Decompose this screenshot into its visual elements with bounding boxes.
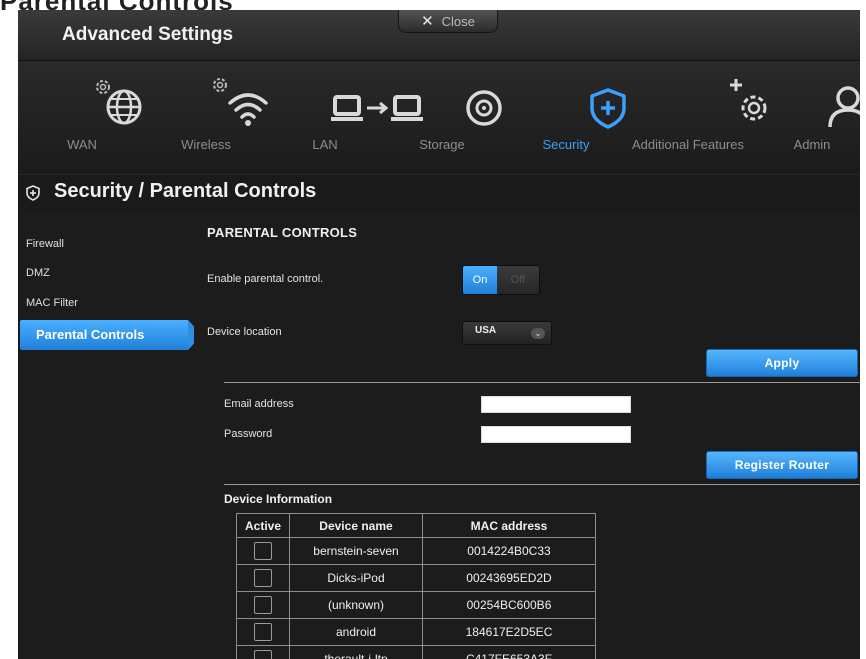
mac-address-cell: 184617E2D5EC [422,618,596,646]
main-content: PARENTAL CONTROLS Enable parental contro… [194,211,860,659]
toggle-off: Off [497,266,539,294]
close-icon: ✕ [421,13,434,30]
email-label: Email address [224,398,294,410]
user-icon [828,86,860,128]
nav-item-admin[interactable]: Admin [776,61,860,173]
table-header-row: Active Device name MAC address [236,513,596,538]
nav-item-security[interactable]: Security [524,61,626,173]
sidebar-item-parental-controls[interactable]: Parental Controls [20,320,202,350]
table-row: bernstein-seven 0014224B0C33 [236,537,596,565]
column-header-device-name: Device name [289,513,423,538]
device-table: Active Device name MAC address bernstein… [236,513,596,659]
device-name-cell: therault-j-ltp [289,645,423,659]
nav-label: Admin [793,137,831,152]
app-title: Advanced Settings [62,24,234,45]
close-button[interactable]: ✕ Close [398,10,498,33]
active-checkbox[interactable] [254,569,272,587]
toggle-on: On [463,266,497,294]
device-information-heading: Device Information [224,492,333,506]
nav-label: Additional Features [631,137,744,152]
page-title: Security / Parental Controls [54,180,317,202]
router-settings-app: Advanced Settings ✕ Close WAN Wireless L… [18,10,860,659]
nav-item-lan[interactable]: LAN [270,61,423,173]
password-label: Password [224,428,273,440]
parental-control-toggle[interactable]: On Off [462,265,540,295]
nav-label: Wireless [181,137,231,152]
nav-label: Security [542,137,590,152]
device-name-cell: bernstein-seven [289,537,423,565]
nav-label: WAN [67,137,97,152]
table-row: (unknown) 00254BC600B6 [236,591,596,619]
password-field[interactable] [481,426,631,443]
device-location-label: Device location [207,326,282,338]
nav-item-wireless[interactable]: Wireless [164,61,268,173]
mac-address-cell: C417FE653A3F [422,645,596,659]
column-header-mac-address: MAC address [422,513,596,538]
active-checkbox[interactable] [254,596,272,614]
nav-item-additional-features[interactable]: Additional Features [624,61,767,173]
sidebar-item-dmz[interactable]: DMZ [18,267,194,279]
main-nav: WAN Wireless LAN Storage Security Additi… [18,61,860,173]
nav-item-wan[interactable]: WAN [40,61,142,173]
parental-controls-heading: PARENTAL CONTROLS [207,225,358,240]
storage-icon [466,90,502,126]
column-header-active: Active [236,513,290,538]
globe-icon [96,80,142,125]
nav-label: Storage [419,137,465,152]
table-row: android 184617E2D5EC [236,618,596,646]
email-field[interactable] [481,396,631,413]
shield-plus-icon [26,185,40,201]
mac-address-cell: 0014224B0C33 [422,537,596,565]
active-checkbox[interactable] [254,623,272,641]
mac-address-cell: 00254BC600B6 [422,591,596,619]
chevron-down-icon: ⌄ [531,328,545,339]
nav-item-storage[interactable]: Storage [400,61,502,173]
enable-parental-label: Enable parental control. [207,273,324,285]
table-row: Dicks-iPod 00243695ED2D [236,564,596,592]
sidebar: Firewall DMZ MAC Filter Parental Control… [18,211,202,659]
sidebar-item-mac-filter[interactable]: MAC Filter [18,297,194,309]
section-header: Security / Parental Controls [18,174,860,211]
right-frame [860,10,866,659]
device-location-value: USA [475,325,497,336]
page-banner: Parental Controls [0,0,866,10]
sidebar-item-firewall[interactable]: Firewall [18,238,194,250]
table-row: therault-j-ltp C417FE653A3F [236,645,596,659]
active-checkbox[interactable] [254,542,272,560]
active-checkbox[interactable] [254,650,272,659]
apply-button[interactable]: Apply [706,349,858,377]
register-router-button[interactable]: Register Router [706,451,858,479]
device-name-cell: (unknown) [289,591,423,619]
nav-label: LAN [312,137,338,152]
page-banner-text: Parental Controls [0,0,234,10]
mac-address-cell: 00243695ED2D [422,564,596,592]
device-location-select[interactable]: USA ⌄ [462,321,552,345]
device-name-cell: Dicks-iPod [289,564,423,592]
divider [224,382,860,383]
device-name-cell: android [289,618,423,646]
left-frame [0,10,18,659]
close-label: Close [441,13,475,29]
divider [224,484,860,485]
